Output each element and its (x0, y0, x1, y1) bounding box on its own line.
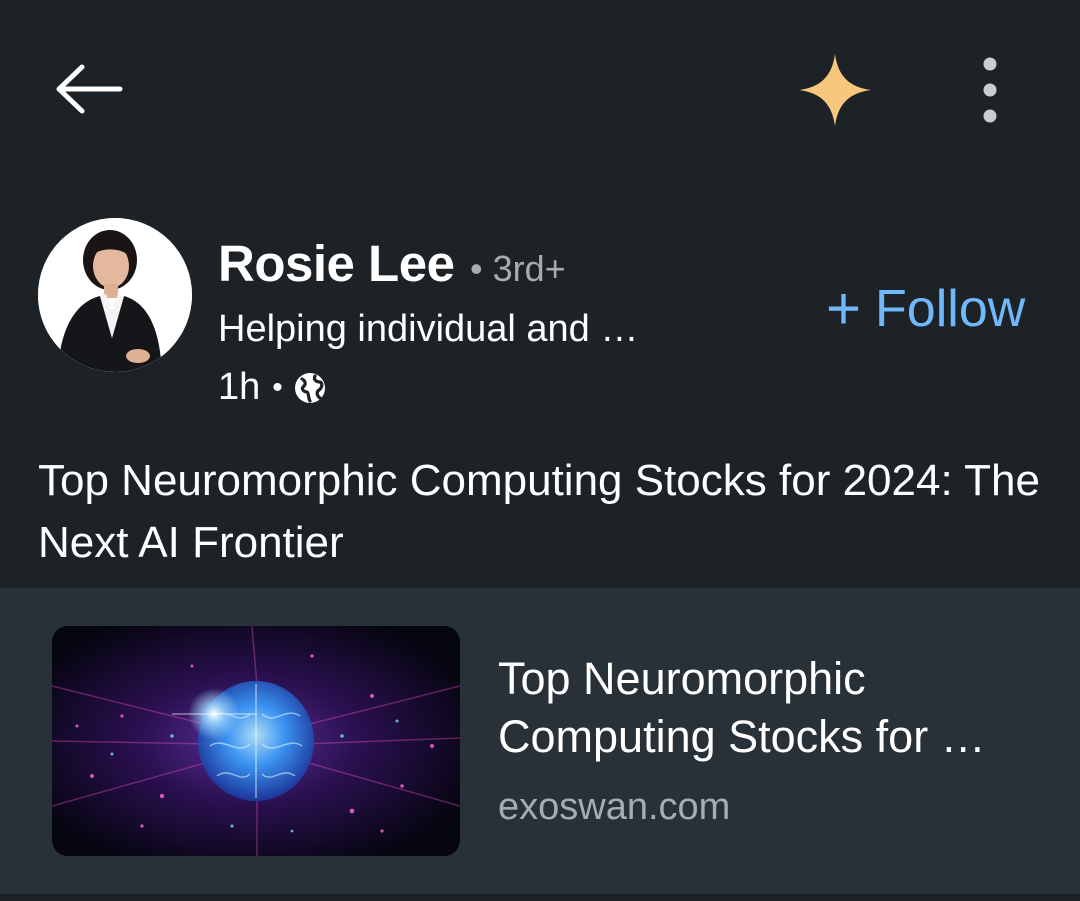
globe-icon (294, 372, 325, 403)
post-meta: 1h • (218, 366, 327, 409)
article-thumbnail[interactable] (52, 626, 460, 856)
link-preview-card[interactable]: Top Neuromorphic Computing Stocks for … … (0, 588, 1080, 894)
avatar[interactable] (38, 218, 192, 372)
arrow-left-icon (56, 64, 123, 114)
sparkle-icon (799, 54, 871, 126)
author-photo (38, 218, 192, 372)
plus-icon: + (826, 275, 862, 342)
post-text[interactable]: Top Neuromorphic Computing Stocks for 20… (38, 450, 1048, 574)
more-vertical-icon (983, 57, 997, 123)
author-name[interactable]: Rosie Lee (218, 234, 455, 293)
glowing-brain-image (52, 626, 460, 856)
divider (0, 894, 1080, 901)
follow-label: Follow (875, 280, 1026, 338)
meta-separator: • (272, 370, 283, 404)
article-title[interactable]: Top Neuromorphic Computing Stocks for … (498, 650, 1058, 766)
more-options-button[interactable] (960, 50, 1020, 130)
connection-degree: • 3rd+ (470, 248, 566, 289)
feed-post: Rosie Lee • 3rd+ Helping individual and … (0, 178, 1080, 588)
top-app-bar (0, 0, 1080, 178)
follow-button[interactable]: + Follow (826, 274, 1025, 344)
article-domain: exoswan.com (498, 786, 731, 828)
back-button[interactable] (50, 58, 126, 120)
ai-assist-button[interactable] (794, 50, 876, 130)
post-time: 1h (218, 366, 261, 408)
author-headline: Helping individual and … (218, 308, 639, 350)
